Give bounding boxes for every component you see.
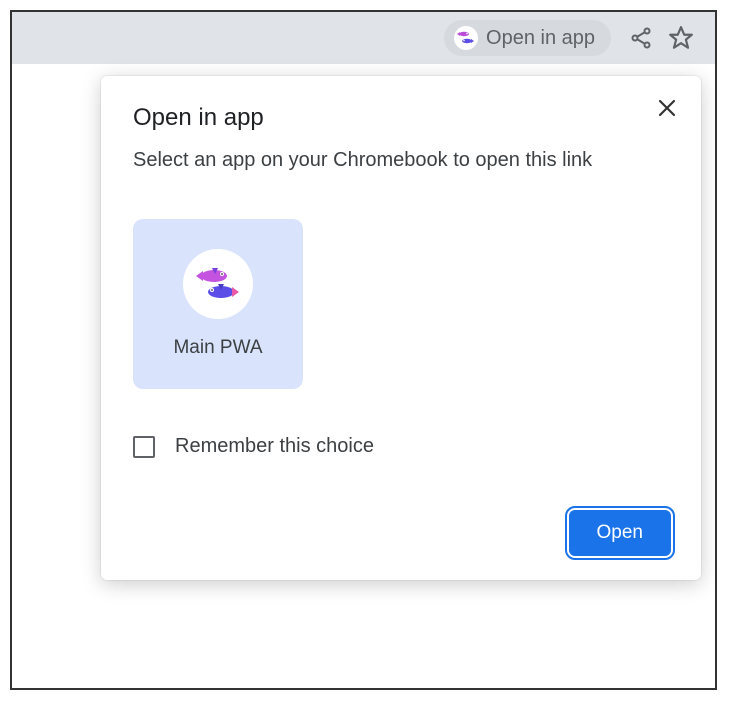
dialog-title: Open in app	[133, 104, 671, 132]
dialog-description: Select an app on your Chromebook to open…	[133, 146, 671, 175]
remember-choice-row: Remember this choice	[133, 435, 671, 458]
open-button[interactable]: Open	[569, 510, 671, 556]
open-in-app-dialog: Open in app Select an app on your Chrome…	[101, 76, 701, 580]
remember-checkbox[interactable]	[133, 436, 155, 458]
star-icon[interactable]	[661, 18, 701, 58]
app-tile-main-pwa[interactable]: Main PWA	[133, 219, 303, 389]
open-in-app-chip[interactable]: Open in app	[444, 20, 611, 56]
remember-label: Remember this choice	[175, 435, 374, 458]
fish-pair-icon	[454, 26, 478, 50]
chip-label: Open in app	[486, 27, 595, 50]
share-icon[interactable]	[621, 18, 661, 58]
fish-pair-icon	[183, 249, 253, 319]
omnibox-bar: Open in app	[12, 12, 715, 64]
app-label: Main PWA	[173, 337, 262, 359]
close-button[interactable]	[653, 94, 681, 122]
